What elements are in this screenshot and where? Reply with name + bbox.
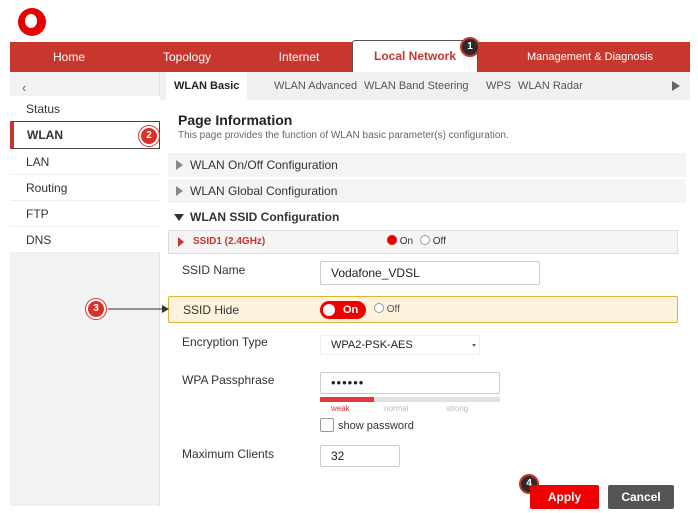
password-strength-fill <box>320 397 374 402</box>
ssid-name-label: SSID Name <box>182 263 246 277</box>
section-label: WLAN Global Configuration <box>190 184 338 198</box>
ssid-hide-off-radio[interactable] <box>374 303 384 314</box>
tab-wlan-band-steering[interactable]: WLAN Band Steering <box>364 72 469 100</box>
strength-weak-label: weak <box>331 404 350 413</box>
ssid-hide-toggle[interactable]: On <box>320 301 366 319</box>
ssid-hide-on-label: On <box>343 304 359 316</box>
ssid-expand-arrow-icon <box>178 237 184 247</box>
ssid-hide-row: SSID Hide On Off <box>168 296 678 323</box>
step-marker-3: 3 <box>86 299 106 319</box>
apply-button[interactable]: Apply <box>530 485 599 509</box>
ssid1-on-label: On <box>399 236 414 247</box>
sidebar-item-routing[interactable]: Routing <box>10 175 160 201</box>
tab-wps[interactable]: WPS <box>486 72 511 100</box>
section-label: WLAN On/Off Configuration <box>190 158 338 172</box>
top-bar <box>0 0 698 42</box>
section-label: WLAN SSID Configuration <box>190 210 340 224</box>
main-content: Page Information This page provides the … <box>160 100 690 506</box>
maximum-clients-label: Maximum Clients <box>182 447 275 461</box>
main-nav: Home Topology Internet Local Network Man… <box>10 40 690 72</box>
tabs-next-arrow-icon[interactable] <box>672 81 680 91</box>
strength-strong-label: strong <box>446 404 469 413</box>
sidebar-item-status[interactable]: Status <box>10 96 160 122</box>
section-wlan-ssid[interactable]: WLAN SSID Configuration <box>168 205 686 229</box>
wpa-passphrase-input[interactable]: •••••• <box>320 372 500 394</box>
tab-wlan-basic[interactable]: WLAN Basic <box>166 72 248 100</box>
cancel-button[interactable]: Cancel <box>608 485 674 509</box>
collapse-arrow-icon <box>174 214 184 221</box>
dropdown-caret-icon <box>472 344 476 347</box>
page-description: This page provides the function of WLAN … <box>178 130 509 141</box>
ssid1-on-radio[interactable] <box>387 235 397 246</box>
page-title: Page Information <box>178 112 293 128</box>
show-password-label: show password <box>338 420 414 432</box>
ssid1-row[interactable]: SSID1 (2.4GHz) On Off <box>168 230 678 254</box>
section-wlan-onoff[interactable]: WLAN On/Off Configuration <box>168 153 686 177</box>
expand-arrow-icon <box>176 160 183 170</box>
ssid1-radio-group: On Off <box>387 235 446 247</box>
ssid1-off-radio[interactable] <box>419 235 430 246</box>
sub-tabs: WLAN Basic WLAN Advanced WLAN Band Steer… <box>160 72 690 100</box>
sidebar-item-ftp[interactable]: FTP <box>10 201 160 227</box>
strength-normal-label: normal <box>384 404 409 413</box>
sidebar-item-lan[interactable]: LAN <box>10 149 160 175</box>
tab-wlan-advanced[interactable]: WLAN Advanced <box>274 72 357 100</box>
ssid-hide-off-label: Off <box>386 304 400 315</box>
nav-management-diagnosis[interactable]: Management & Diagnosis <box>490 42 690 72</box>
section-wlan-global[interactable]: WLAN Global Configuration <box>168 179 686 203</box>
encryption-type-select[interactable]: WPA2-PSK-AES <box>320 335 480 355</box>
encryption-type-value: WPA2-PSK-AES <box>331 339 413 351</box>
show-password-checkbox[interactable] <box>320 418 334 432</box>
step-marker-2: 2 <box>139 126 159 146</box>
maximum-clients-input[interactable]: 32 <box>320 445 400 467</box>
sidebar-item-dns[interactable]: DNS <box>10 227 160 253</box>
pointer-arrow-icon <box>108 305 169 313</box>
nav-internet[interactable]: Internet <box>246 42 352 72</box>
ssid-hide-label: SSID Hide <box>183 303 240 317</box>
password-strength-bar <box>320 397 500 402</box>
wpa-passphrase-label: WPA Passphrase <box>182 373 275 387</box>
sidebar-back-icon[interactable]: ‹ <box>22 80 26 95</box>
sidebar-item-wlan[interactable]: WLAN <box>10 121 160 149</box>
tab-wlan-radar[interactable]: WLAN Radar <box>518 72 583 100</box>
sidebar: ‹ Status WLAN LAN Routing FTP DNS <box>10 72 160 506</box>
step-marker-1: 1 <box>460 37 480 57</box>
nav-topology[interactable]: Topology <box>128 42 246 72</box>
ssid-name-input[interactable]: Vodafone_VDSL <box>320 261 540 285</box>
toggle-knob <box>323 304 335 316</box>
expand-arrow-icon <box>176 186 183 196</box>
vodafone-logo-icon <box>18 8 46 36</box>
encryption-type-label: Encryption Type <box>182 335 268 349</box>
ssid-hide-off-option[interactable]: Off <box>374 303 400 315</box>
ssid1-off-label: Off <box>432 236 446 247</box>
ssid1-label: SSID1 (2.4GHz) <box>193 236 266 247</box>
nav-home[interactable]: Home <box>10 42 128 72</box>
